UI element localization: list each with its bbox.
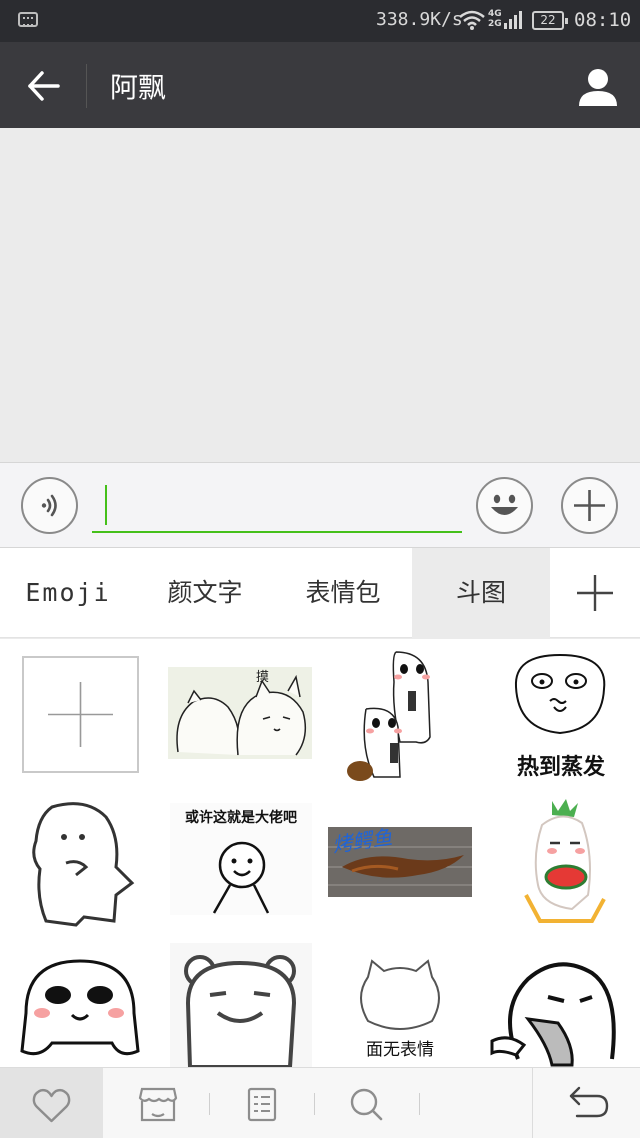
- tab-sticker-pack[interactable]: 表情包: [274, 548, 412, 638]
- heart-icon: [32, 1088, 71, 1123]
- wifi-icon: [459, 10, 485, 30]
- sticker-item[interactable]: [480, 787, 640, 935]
- tab-emoji[interactable]: Emoji: [0, 548, 136, 638]
- sticker-manage-tab[interactable]: [210, 1068, 313, 1138]
- sticker-two-blobs-stacked: [347, 651, 431, 781]
- return-button[interactable]: [532, 1068, 640, 1138]
- more-button[interactable]: [561, 477, 618, 534]
- sticker-add-tile[interactable]: [0, 639, 160, 787]
- sticker-grid: 摸 热到蒸发 或许这就是大佬吧 烤鳄鱼 面无表情: [0, 639, 640, 1067]
- tab-kaomoji[interactable]: 颜文字: [136, 548, 274, 638]
- sticker-item[interactable]: 热到蒸发: [480, 639, 640, 787]
- text-caret: [105, 485, 107, 525]
- clock: 08:10: [574, 9, 632, 31]
- contact-name: 阿飘: [110, 71, 167, 104]
- sticker-item[interactable]: [160, 935, 320, 1067]
- sticker-item[interactable]: [0, 935, 160, 1067]
- sticker-radish-eating-watermelon: [524, 799, 606, 923]
- header-divider: [86, 64, 87, 108]
- add-sticker-box[interactable]: [22, 656, 139, 773]
- list-icon: [247, 1087, 277, 1122]
- plus-icon: [577, 575, 613, 611]
- sticker-blob-blushing: [20, 959, 140, 1056]
- net-speed: 338.9K/s: [376, 9, 463, 30]
- sticker-caption: 热到蒸发: [516, 755, 605, 780]
- battery-level: 22: [540, 13, 556, 27]
- message-list[interactable]: [0, 128, 640, 462]
- sticker-bear-smiling: [170, 943, 312, 1067]
- sticker-tabs: Emoji 颜文字 表情包 斗图: [0, 548, 640, 638]
- plus-icon: [48, 682, 113, 747]
- keyboard-icon: [18, 12, 38, 27]
- sticker-shop-tab[interactable]: [106, 1068, 209, 1138]
- voice-button[interactable]: [21, 477, 78, 534]
- sticker-caption: 或许这就是大佬吧: [185, 810, 297, 826]
- plus-icon: [574, 490, 605, 521]
- status-bar: 338.9K/s 4G 2G 22 08:10: [0, 0, 640, 42]
- back-arrow-icon[interactable]: [22, 64, 66, 108]
- tab-doutu[interactable]: 斗图: [412, 548, 550, 638]
- emoji-button[interactable]: [476, 477, 533, 534]
- favorites-tab[interactable]: [0, 1068, 103, 1138]
- voice-icon: [41, 494, 57, 517]
- sticker-item[interactable]: 面无表情: [320, 935, 480, 1067]
- network-type-top: 4G: [488, 9, 502, 19]
- sticker-white-blob-dancing: [32, 802, 135, 927]
- chat-header: 阿飘: [0, 42, 640, 128]
- sticker-item[interactable]: 摸: [160, 639, 320, 787]
- sticker-item[interactable]: 或许这就是大佬吧: [160, 787, 320, 935]
- sticker-caption: 面无表情: [366, 1040, 434, 1060]
- sticker-cats-hugging: 摸: [168, 667, 312, 759]
- signal-icon: [504, 11, 522, 29]
- network-type-bottom: 2G: [488, 19, 502, 29]
- search-icon: [350, 1088, 383, 1121]
- sticker-search-tab[interactable]: [315, 1068, 418, 1138]
- input-bar: [0, 462, 640, 548]
- person-icon[interactable]: [576, 66, 620, 110]
- sticker-item[interactable]: [480, 935, 640, 1067]
- battery-icon: 22: [532, 11, 568, 30]
- sticker-blob-tongue: [490, 962, 616, 1067]
- sticker-bottom-bar: [0, 1067, 640, 1138]
- tab-add-button[interactable]: [550, 548, 640, 638]
- sticker-caption: 摸: [256, 670, 269, 685]
- undo-icon: [569, 1086, 609, 1118]
- sticker-item[interactable]: [0, 787, 160, 935]
- bottom-separator: [419, 1093, 420, 1115]
- sticker-item[interactable]: 烤鳄鱼: [320, 787, 480, 935]
- shop-icon: [138, 1087, 178, 1122]
- network-type: 4G 2G: [488, 9, 502, 29]
- message-input[interactable]: [92, 483, 462, 533]
- smiley-icon: [491, 494, 518, 515]
- sticker-item[interactable]: [320, 639, 480, 787]
